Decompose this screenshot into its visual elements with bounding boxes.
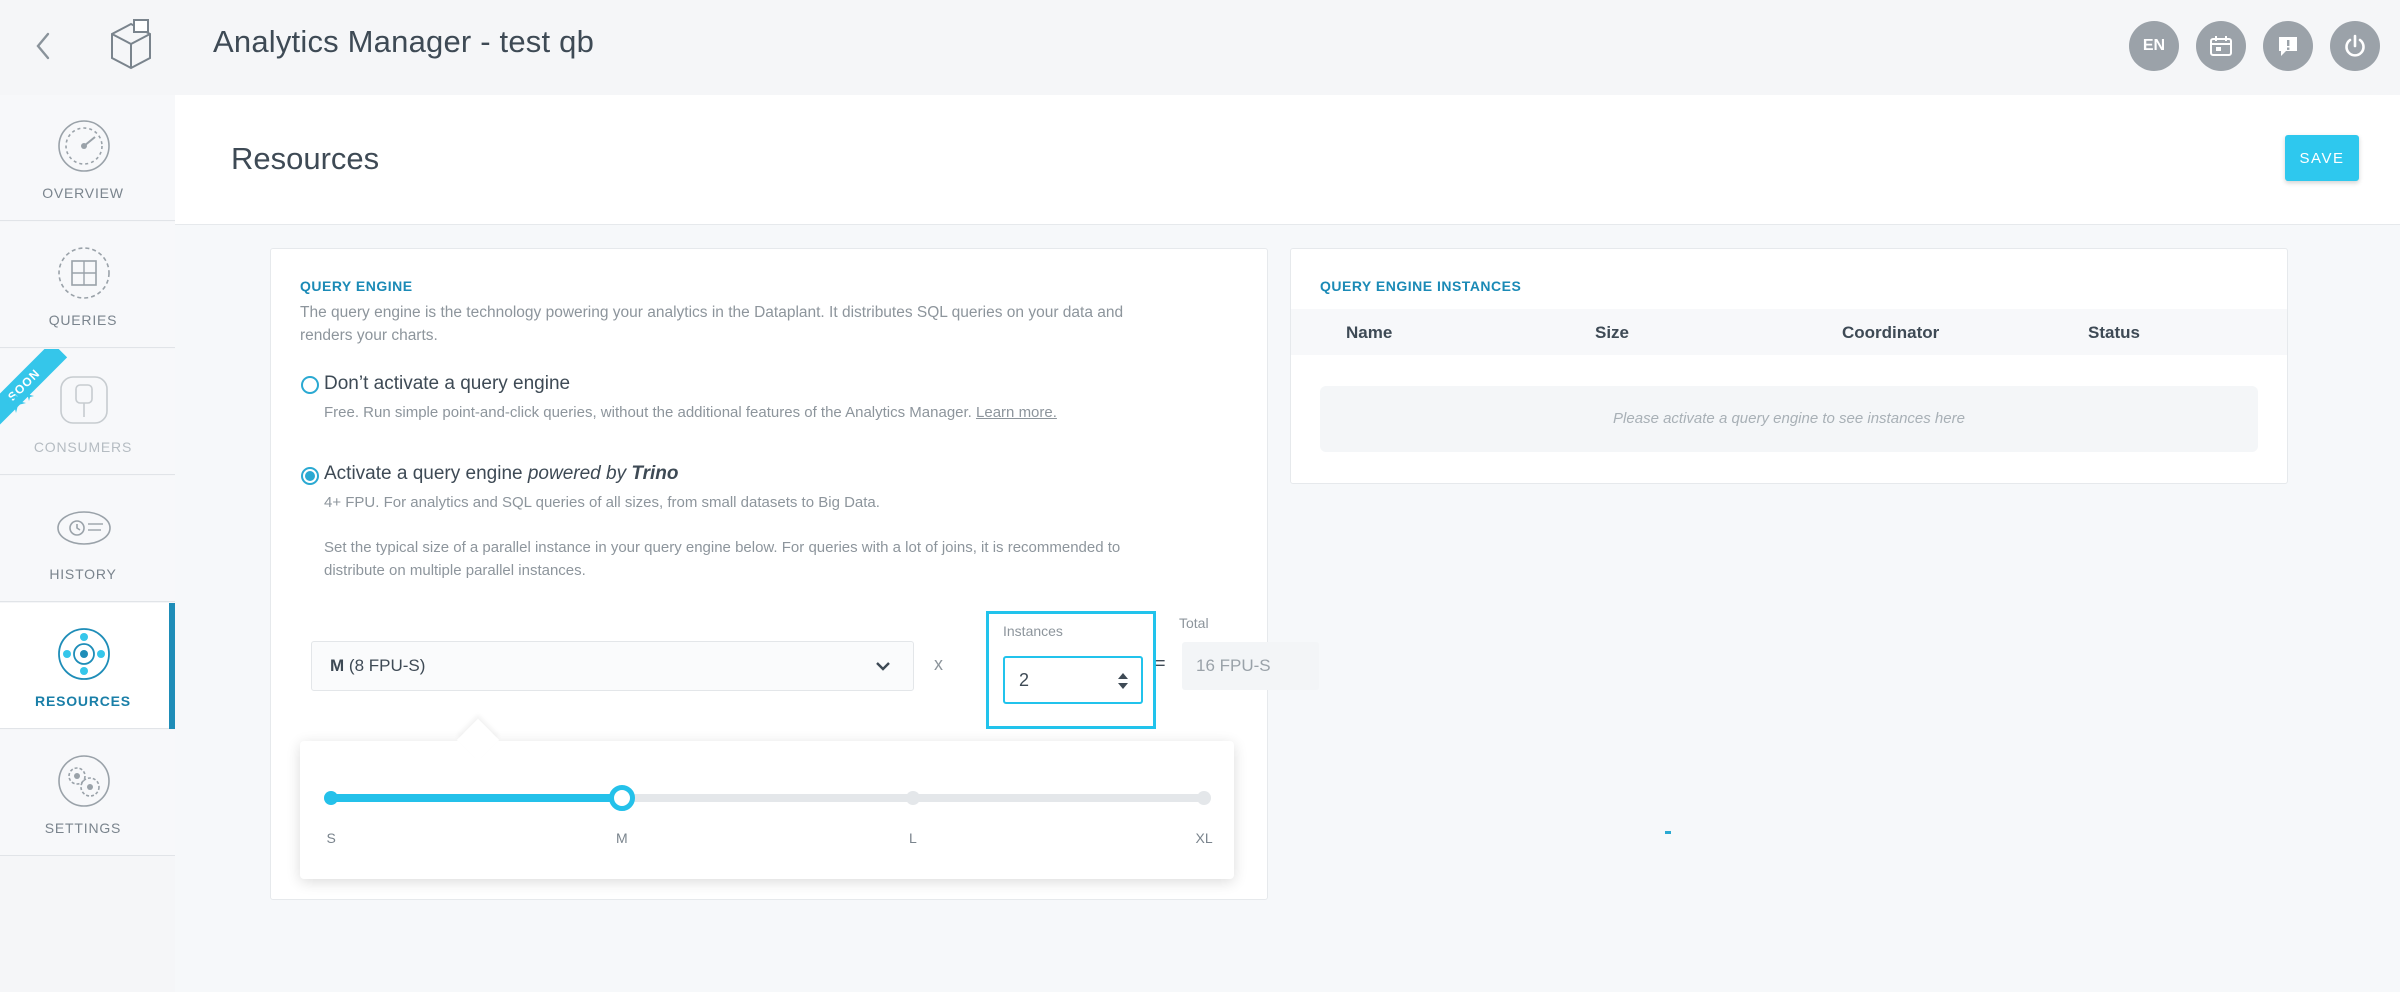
query-engine-description: The query engine is the technology power… xyxy=(300,304,1124,321)
language-label: EN xyxy=(2142,37,2166,54)
activate-engine-radio[interactable] xyxy=(301,467,319,485)
app-title: Analytics Manager - test qb xyxy=(213,24,595,59)
sidebar-item-resources[interactable]: RESOURCES xyxy=(0,603,175,729)
back-button[interactable] xyxy=(30,26,58,66)
calendar-button[interactable] xyxy=(2196,21,2246,71)
chevron-down-icon xyxy=(876,662,890,671)
feedback-icon xyxy=(2279,37,2297,56)
sidebar-item-label: QUERIES xyxy=(48,312,118,328)
no-engine-option-description: Free. Run simple point-and-click queries… xyxy=(324,404,1057,421)
language-button[interactable]: EN xyxy=(2129,21,2179,71)
sidebar-item-label: CONSUMERS xyxy=(33,439,133,455)
size-hint-text: Set the typical size of a parallel insta… xyxy=(324,539,1121,556)
page-title: Resources xyxy=(231,141,380,176)
trino-brand-text: Trino xyxy=(631,463,679,484)
total-label: Total xyxy=(1179,615,1209,631)
slider-stop-s[interactable] xyxy=(324,791,338,805)
size-letter: M xyxy=(330,656,345,675)
sidebar-item-label: OVERVIEW xyxy=(42,185,124,201)
empty-instances-message: Please activate a query engine to see in… xyxy=(1320,386,2258,452)
total-value: 16 FPU-S xyxy=(1182,642,1319,690)
instance-size-select[interactable]: M (8 FPU-S) xyxy=(311,641,914,691)
sidebar-item-history[interactable]: HISTORY xyxy=(0,476,175,602)
no-engine-description-text: Free. Run simple point-and-click queries… xyxy=(324,404,972,421)
size-hint-text: distribute on multiple parallel instance… xyxy=(324,562,586,579)
save-button[interactable]: SAVE xyxy=(2285,135,2359,181)
sidebar-item-label: RESOURCES xyxy=(35,693,131,709)
sidebar-item-queries[interactable]: QUERIES xyxy=(0,222,175,348)
query-engine-card: QUERY ENGINE The query engine is the tec… xyxy=(270,248,1319,900)
dashboard-gauge-icon xyxy=(58,120,110,172)
activate-engine-description: 4+ FPU. For analytics and SQL queries of… xyxy=(324,494,880,511)
column-header-coordinator: Coordinator xyxy=(1842,323,1940,342)
powered-by-text: powered by xyxy=(527,463,627,484)
instances-label: Instances xyxy=(1003,623,1063,639)
multiply-sign: x xyxy=(934,654,943,674)
sidebar-item-consumers: SOON CONSUMERS xyxy=(0,349,175,475)
chevron-left-icon xyxy=(36,32,50,60)
slider-stop-l[interactable] xyxy=(906,791,920,805)
instances-table-header: Name Size Coordinator Status xyxy=(1291,309,2287,355)
learn-more-link[interactable]: Learn more. xyxy=(976,404,1057,421)
main-content: Resources SAVE QUERY ENGINE The query en… xyxy=(175,95,2400,992)
slider-stop-label: XL xyxy=(1195,830,1213,846)
slider-stop-label: L xyxy=(909,830,917,846)
sidebar: OVERVIEW QUERIES SOON CONSUMERS HISTORY … xyxy=(0,95,175,992)
resources-cog-icon xyxy=(58,628,110,680)
sidebar-item-label: HISTORY xyxy=(49,566,117,582)
activate-engine-title-text: Activate a query engine xyxy=(324,463,523,484)
slider-thumb[interactable] xyxy=(609,785,635,811)
queries-grid-icon xyxy=(58,247,110,299)
history-clock-icon xyxy=(57,511,111,545)
column-header-size: Size xyxy=(1595,323,1630,342)
divider-mark xyxy=(1665,831,1671,834)
sidebar-item-label: SETTINGS xyxy=(44,820,122,836)
slider-stop-label: S xyxy=(326,830,336,846)
slider-stop-xl[interactable] xyxy=(1197,791,1211,805)
sidebar-item-settings[interactable]: SETTINGS xyxy=(0,730,175,856)
sidebar-item-overview[interactable]: OVERVIEW xyxy=(0,95,175,221)
instances-title: QUERY ENGINE INSTANCES xyxy=(1320,278,1522,294)
app-logo xyxy=(106,18,156,72)
plug-icon xyxy=(60,376,108,424)
query-engine-description: renders your charts. xyxy=(300,327,438,344)
feedback-button[interactable] xyxy=(2263,21,2313,71)
size-slider-panel: S M L XL xyxy=(300,718,1234,879)
instances-highlight: Instances xyxy=(986,611,1156,729)
column-header-name: Name xyxy=(1346,323,1393,342)
instance-size-value: M (8 FPU-S) xyxy=(330,656,425,676)
instances-card: QUERY ENGINE INSTANCES Name Size Coordin… xyxy=(1290,248,2288,484)
slider-stop-label: M xyxy=(616,830,628,846)
slider-track-fill xyxy=(331,794,622,802)
page-header: Resources SAVE xyxy=(175,95,2400,225)
calendar-icon xyxy=(2210,36,2232,56)
column-header-status: Status xyxy=(2088,323,2140,342)
sparkle-icon xyxy=(6,391,34,413)
power-icon xyxy=(2345,34,2365,57)
query-engine-title: QUERY ENGINE xyxy=(300,278,413,294)
top-bar: Analytics Manager - test qb EN xyxy=(0,0,2400,92)
no-engine-radio[interactable] xyxy=(301,376,319,394)
stepper-arrows-icon[interactable] xyxy=(1113,670,1133,692)
equals-sign: = xyxy=(1155,653,1166,673)
settings-gear-icon xyxy=(58,755,110,807)
panel-caret xyxy=(456,718,500,762)
size-detail: (8 FPU-S) xyxy=(348,656,426,675)
no-engine-option-title: Don’t activate a query engine xyxy=(324,373,571,394)
logout-button[interactable] xyxy=(2330,21,2380,71)
activate-engine-option-title: Activate a query engine powered by Trino xyxy=(324,463,679,485)
